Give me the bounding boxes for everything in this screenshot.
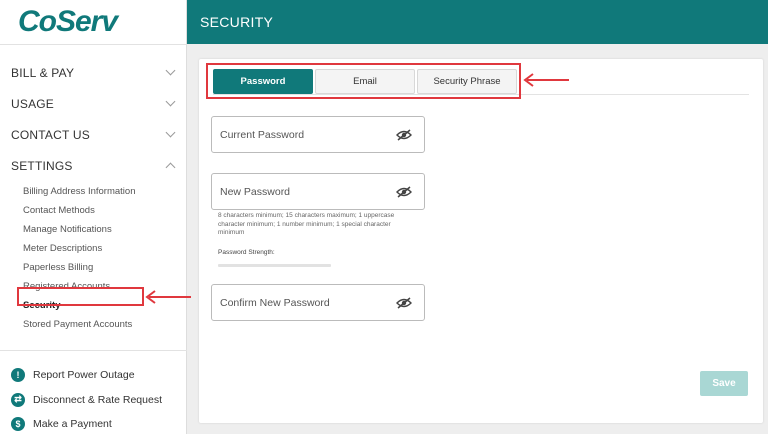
current-password-label: Current Password (220, 128, 305, 141)
sidebar: CoServ BILL & PAY USAGE CONTACT US SETTI… (0, 0, 187, 434)
sidebar-item-meter-descriptions[interactable]: Meter Descriptions (0, 239, 186, 258)
arrow-left-icon (523, 73, 569, 87)
logo-area: CoServ (0, 0, 186, 44)
chevron-down-icon (165, 96, 176, 107)
nav-section-usage[interactable]: USAGE (0, 88, 186, 119)
sidebar-item-paperless-billing[interactable]: Paperless Billing (0, 258, 186, 277)
disconnect-rate-request-link[interactable]: ⇄ Disconnect & Rate Request (0, 388, 187, 413)
swap-icon: ⇄ (11, 392, 25, 407)
tabs-highlight-box (206, 63, 521, 99)
security-item-highlight-box (17, 287, 144, 306)
link-label: Make a Payment (33, 418, 112, 431)
chevron-up-icon (165, 162, 176, 172)
settings-submenu: Billing Address Information Contact Meth… (0, 182, 186, 334)
password-strength-label: Password Strength: (218, 249, 275, 256)
confirm-password-label: Confirm New Password (220, 296, 330, 309)
link-label: Disconnect & Rate Request (33, 393, 162, 406)
sidebar-item-manage-notifications[interactable]: Manage Notifications (0, 220, 186, 239)
nav-section-label: USAGE (11, 96, 55, 111)
coserv-logo[interactable]: CoServ (18, 5, 118, 39)
nav-section-label: SETTINGS (11, 158, 73, 173)
nav-section-bill-pay[interactable]: BILL & PAY (0, 57, 186, 88)
sidebar-divider (0, 44, 187, 45)
exclamation-icon: ! (11, 368, 25, 383)
nav-section-settings[interactable]: SETTINGS (0, 150, 186, 181)
page-title: SECURITY (200, 14, 274, 30)
dollar-icon: $ (11, 417, 25, 432)
arrow-left-icon (145, 290, 191, 304)
confirm-password-field[interactable]: Confirm New Password (211, 284, 425, 321)
new-password-label: New Password (220, 185, 291, 198)
nav-section-label: BILL & PAY (11, 65, 75, 80)
eye-off-icon[interactable] (396, 185, 412, 198)
make-a-payment-link[interactable]: $ Make a Payment (0, 412, 187, 434)
save-button[interactable]: Save (700, 371, 748, 396)
chevron-down-icon (165, 127, 176, 138)
nav-section-contact-us[interactable]: CONTACT US (0, 119, 186, 150)
link-label: Report Power Outage (33, 369, 135, 382)
password-strength-bar (218, 264, 331, 267)
sidebar-item-billing-address[interactable]: Billing Address Information (0, 182, 186, 201)
eye-off-icon[interactable] (396, 128, 412, 141)
eye-off-icon[interactable] (396, 296, 412, 309)
sidebar-quick-links: ! Report Power Outage ⇄ Disconnect & Rat… (0, 350, 187, 434)
report-power-outage-link[interactable]: ! Report Power Outage (0, 363, 187, 388)
new-password-field[interactable]: New Password (211, 173, 425, 210)
page-header: SECURITY (187, 0, 768, 44)
chevron-down-icon (165, 65, 176, 76)
sidebar-item-stored-payment-accounts[interactable]: Stored Payment Accounts (0, 315, 186, 334)
nav-section-label: CONTACT US (11, 127, 90, 142)
password-requirements: 8 characters minimum; 15 characters maxi… (218, 212, 395, 236)
current-password-field[interactable]: Current Password (211, 116, 425, 153)
security-card: Password Email Security Phrase Current P… (199, 59, 763, 423)
sidebar-item-contact-methods[interactable]: Contact Methods (0, 201, 186, 220)
